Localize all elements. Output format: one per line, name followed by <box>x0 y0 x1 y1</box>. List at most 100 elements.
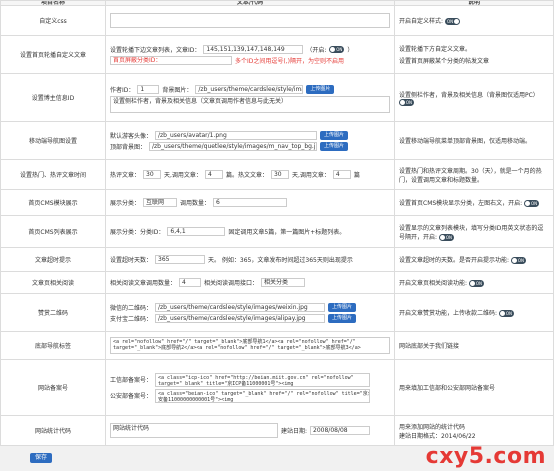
footer-nav-textarea[interactable]: <a rel="nofollow" href="/" target="_blan… <box>110 337 390 354</box>
row-related: 文章页相关阅读 相关阅读文章调用数量： 4 相关阅读调用接口： 相关分类 开启文… <box>0 271 554 294</box>
row-beian: 网站备案号 工信部备案号： <a class="icp-ico" href="h… <box>0 359 554 416</box>
row-custom-css: 自定义css 开启自定义样式: ON <box>0 5 554 36</box>
row-hot: 设置热门、热评文章时间 热评文章： 30 天,调用文章： 4 篇。热文文章： 3… <box>0 159 554 190</box>
mii-textarea[interactable]: <a class="icp-ico" href="http://beian.mi… <box>155 372 371 387</box>
avatar-label: 默认游客头像： <box>110 132 153 140</box>
row-label: 设置首页轮播自定义文章 <box>0 35 106 74</box>
cms-module-desc: 设置首页CMS模块显示分类，左图右文，开启: <box>399 200 523 207</box>
upload-button[interactable]: 上传图片 <box>306 84 335 94</box>
row-label: 首页CMS模块展示 <box>0 189 106 216</box>
upload-top-bg-button[interactable]: 上传图片 <box>320 141 349 151</box>
row-homepage-article: 设置首页轮播自定义文章 设置轮播下边文章列表，文章ID： 145,151,139… <box>0 35 554 74</box>
cms-module-toggle[interactable]: ON <box>524 200 540 207</box>
row-label: 赞赏二维码 <box>0 293 106 332</box>
row-label: 设置博主信息ID <box>0 73 106 122</box>
show-cat-label: 展示分类： <box>110 200 141 207</box>
old-days-input[interactable]: 365 <box>155 255 206 264</box>
hot-days[interactable]: 30 <box>270 170 289 179</box>
hot-count[interactable]: 4 <box>332 170 351 179</box>
row-reward: 赞赏二维码 微信的二维码： /zb_users/theme/cardslee/s… <box>0 293 554 332</box>
article-desc1: 设置轮播下方自定义文章。 <box>399 46 472 53</box>
hot-comment-unit: 篇。热文文章： <box>225 172 268 179</box>
top-bg-input[interactable]: /zb_users/theme/quetlee/style/images/m_n… <box>149 141 318 151</box>
row-label: 文章超时提示 <box>0 247 106 272</box>
related-api-select[interactable]: 相关分类 <box>261 278 306 287</box>
watermark: cxy5.com <box>425 444 546 469</box>
save-button[interactable]: 保存 <box>30 453 52 463</box>
beian-desc: 用来填加工信部和公安部网站备案号 <box>394 359 554 416</box>
row-label: 底部导航标签 <box>0 331 106 360</box>
about-toggle[interactable]: ON <box>399 98 414 106</box>
stats-textarea[interactable]: 网站统计代码 <box>110 423 278 438</box>
row-footer-nav: 底部导航标签 <a rel="nofollow" href="/" target… <box>0 331 554 360</box>
enable-label: （开启: <box>306 46 327 54</box>
cms-list-note: 固定调用文章5篇，第一篇图片+标题列表。 <box>228 229 346 236</box>
row-mobile-nav: 移动端导航图设置 默认游客头像： /zb_users/avatar/1.png … <box>0 121 554 160</box>
avatar-input[interactable]: /zb_users/avatar/1.png <box>155 130 318 140</box>
hot-comment-count[interactable]: 4 <box>204 170 223 179</box>
article-ids-input[interactable]: 145,151,139,147,148,149 <box>203 44 304 54</box>
upload-avatar-button[interactable]: 上传图片 <box>320 130 349 140</box>
date-input[interactable]: 2008/08/08 <box>310 426 371 435</box>
wechat-label: 微信的二维码： <box>110 304 153 312</box>
cms-list-toggle[interactable]: ON <box>438 233 454 241</box>
about-desc: 设置侧栏作者，背景及相关信息（背景图仅适用PC） <box>399 91 539 99</box>
article-ids-label: 设置轮播下边文章列表，文章ID： <box>110 46 201 54</box>
hot-desc: 设置热门和热评文章周期。30（天），就是一个月的热门，设置调用文章和标题数量。 <box>394 159 554 190</box>
cms-count-label: 调用数量： <box>180 200 211 207</box>
date-label: 建站日期: <box>281 428 308 435</box>
footer-nav-desc: 网站底部关于我们链接 <box>394 331 554 360</box>
stats-desc1: 用来添加网站的统计代码 <box>399 423 466 431</box>
top-bg-label: 顶部背景图： <box>110 143 147 151</box>
gov-textarea[interactable]: <a class="beian-ico" target="_blank" hre… <box>155 388 371 403</box>
upload-alipay-button[interactable]: 上传图片 <box>328 313 357 323</box>
row-label: 网站统计代码 <box>0 415 106 446</box>
gov-label: 公安部备案号： <box>110 393 153 400</box>
cms-list-cat-input[interactable]: 6,4,1 <box>167 227 226 236</box>
enable-suffix: ） <box>347 46 354 54</box>
row-stats: 网站统计代码 网站统计代码 建站日期: 2008/08/08 用来添加网站的统计… <box>0 415 554 446</box>
old-desc: 设置文章超时的天数。是否开启提示功能: <box>399 257 510 264</box>
css-toggle[interactable]: ON <box>444 18 460 25</box>
row-label: 网站备案号 <box>0 359 106 416</box>
related-count-input[interactable]: 4 <box>179 278 202 287</box>
bg-input[interactable]: /zb_users/theme/cardslee/style/images/as… <box>195 84 304 94</box>
author-id-input[interactable]: 1 <box>137 84 160 94</box>
reward-toggle[interactable]: ON <box>498 310 514 317</box>
related-count-label: 相关阅读文章调用数量： <box>110 280 177 287</box>
ids-note: 多个ID之间用逗号(,)隔开，为空则不启用 <box>235 57 344 65</box>
hot-comment-mid: 天,调用文章： <box>164 172 202 179</box>
bg-label: 背景图片： <box>162 86 193 94</box>
hot-comment-label: 热评文章： <box>110 172 141 179</box>
cms-list-desc: 设置显示的文章列表模块，填写分类ID用英文状态的逗号隔开，开启: <box>399 224 544 241</box>
settings-table: 项目名称 文本/代码 说明 自定义css 开启自定义样式: ON 设置首页轮播自… <box>0 0 554 446</box>
reward-desc: 开启文章赞赏功能，上传收款二维码: <box>399 310 498 317</box>
theme-settings-page: 项目名称 文本/代码 说明 自定义css 开启自定义样式: ON 设置首页轮播自… <box>0 0 554 471</box>
row-label: 首页CMS列表展示 <box>0 215 106 248</box>
exclude-cat-input[interactable]: 首页屏蔽分类ID： <box>110 55 232 65</box>
hot-mid: 天,调用文章： <box>291 172 330 179</box>
mii-label: 工信部备案号： <box>110 377 153 384</box>
article-toggle[interactable]: ON <box>329 45 345 53</box>
show-cat-select[interactable]: 互联网 <box>143 198 178 207</box>
author-id-label: 作者ID： <box>110 86 135 94</box>
mobile-nav-desc: 设置移动端导航菜单顶部背景图，仅适用移动端。 <box>394 121 554 160</box>
related-desc: 开启文章页相关阅读功能: <box>399 280 468 287</box>
related-toggle[interactable]: ON <box>468 280 484 287</box>
row-label: 移动端导航图设置 <box>0 121 106 160</box>
hot-comment-days[interactable]: 30 <box>143 170 162 179</box>
alipay-label: 支付宝二维码： <box>110 315 153 323</box>
row-label: 设置热门、热评文章时间 <box>0 159 106 190</box>
css-textarea[interactable] <box>110 13 390 28</box>
old-days-label: 设置超时天数： <box>110 257 153 264</box>
about-textarea[interactable]: 设置侧栏作者，背景及相关信息（文章页调用作者信息与此无关） <box>110 95 390 113</box>
upload-wechat-button[interactable]: 上传图片 <box>328 302 357 312</box>
alipay-input[interactable]: /zb_users/theme/cardslee/style/images/al… <box>155 313 326 323</box>
row-old-post: 文章超时提示 设置超时天数： 365 天。 例如：365，文章发布时间超过365… <box>0 247 554 272</box>
old-toggle[interactable]: ON <box>510 257 526 264</box>
article-desc2: 设置首页屏蔽某个分类的帖发文章 <box>399 58 490 65</box>
stats-desc2: 建站日期格式：2014/06/22 <box>399 432 476 440</box>
row-label: 文章页相关阅读 <box>0 271 106 294</box>
cms-count-input[interactable]: 6 <box>213 198 288 207</box>
wechat-input[interactable]: /zb_users/theme/cardslee/style/images/we… <box>155 302 326 312</box>
